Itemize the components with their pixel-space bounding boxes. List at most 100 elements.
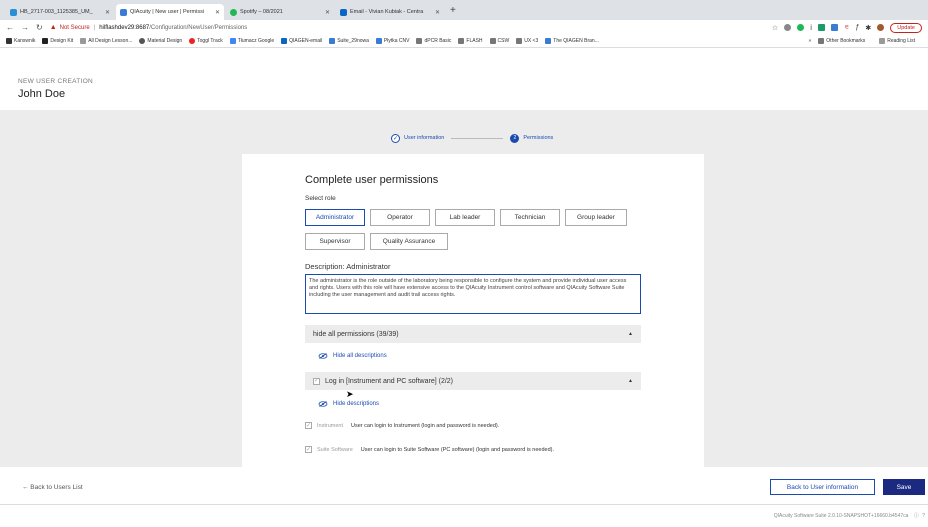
permission-description: User can login to Instrument (login and … bbox=[350, 422, 500, 429]
back-to-user-information-button[interactable]: Back to User information bbox=[770, 479, 875, 495]
version-text: QIAcuity Software Suite 2.0.10-SNAPSHOT+… bbox=[773, 513, 909, 519]
bookmark-folder[interactable]: UX <3 bbox=[516, 38, 538, 44]
extension-icon[interactable]: ⚟ bbox=[844, 24, 849, 31]
role-quality-assurance[interactable]: Quality Assurance bbox=[370, 233, 448, 250]
hide-descriptions-label: Hide descriptions bbox=[333, 401, 380, 407]
url-field[interactable]: ▲ Not Secure | hilflashdev29:8687 /Confi… bbox=[50, 24, 248, 31]
eye-slash-icon bbox=[318, 401, 328, 407]
forward-arrow-icon[interactable]: → bbox=[21, 23, 29, 32]
warning-icon: ▲ bbox=[49, 24, 57, 31]
bookmark-item[interactable]: Płytka CNV bbox=[375, 38, 409, 44]
bookmark-folder[interactable]: FLASH bbox=[458, 38, 483, 44]
page-header: NEW USER CREATION John Doe bbox=[0, 48, 928, 110]
profile-avatar[interactable] bbox=[877, 24, 885, 31]
tab-label: Email - Vivian Kubiak - Centra bbox=[350, 9, 424, 15]
bookmark-item[interactable]: All Design Lesson... bbox=[80, 38, 132, 44]
extension-icon[interactable]: ⅰ bbox=[810, 24, 812, 32]
extension-icon[interactable] bbox=[797, 24, 805, 31]
role-description: The administrator is the role outside of… bbox=[305, 274, 641, 314]
step-connector bbox=[451, 137, 504, 139]
role-technician[interactable]: Technician bbox=[500, 209, 560, 226]
step-user-information[interactable]: User information bbox=[404, 135, 444, 141]
bookmark-item[interactable]: Material Design bbox=[139, 38, 182, 44]
browser-tab[interactable]: Email - Vivian Kubiak - Centra ✕ bbox=[336, 4, 444, 20]
bookmark-folder[interactable]: dPCR Basic bbox=[416, 38, 451, 44]
bookmark-icon bbox=[329, 38, 336, 44]
outlook-favicon-icon bbox=[340, 8, 347, 16]
bookmark-item[interactable]: Suite_29nowa bbox=[329, 38, 369, 44]
tab-favicon-icon bbox=[120, 8, 127, 16]
role-lab-leader[interactable]: Lab leader bbox=[435, 209, 495, 226]
bookmark-item[interactable]: Toggl Track bbox=[189, 38, 223, 44]
step-number-icon: 2 bbox=[510, 133, 520, 143]
browser-tab[interactable]: Spotify – 08/2021 ✕ bbox=[226, 4, 334, 20]
url-host: hilflashdev29:8687 bbox=[99, 24, 150, 31]
mouse-cursor-icon: ➤ bbox=[346, 389, 354, 399]
bookmark-icon bbox=[545, 38, 552, 44]
close-icon[interactable]: ✕ bbox=[435, 9, 440, 16]
bookmark-item[interactable]: Tłumacz Google bbox=[229, 38, 275, 44]
login-permission-group[interactable]: ✓ Log in [Instrument and PC software] (2… bbox=[305, 372, 641, 390]
browser-tab-active[interactable]: QIAcuity | New user | Permissi ✕ bbox=[116, 4, 224, 20]
extension-icon[interactable]: ƒ bbox=[855, 24, 859, 31]
new-tab-button[interactable]: + bbox=[450, 5, 456, 16]
role-supervisor[interactable]: Supervisor bbox=[305, 233, 365, 250]
step-permissions: Permissions bbox=[523, 135, 554, 141]
checkbox-checked[interactable]: ✓ bbox=[305, 422, 312, 429]
back-to-users-link[interactable]: ← Back to Users List bbox=[22, 484, 83, 491]
bookmark-item[interactable]: Design Kit bbox=[42, 38, 73, 44]
puzzle-icon[interactable]: ✱ bbox=[865, 24, 871, 32]
bookmark-label: dPCR Basic bbox=[424, 38, 452, 44]
bookmark-label: Tłumacz Google bbox=[237, 38, 275, 44]
tab-favicon-icon bbox=[10, 8, 17, 16]
folder-icon bbox=[516, 38, 523, 44]
reading-list[interactable]: Reading List bbox=[879, 38, 915, 44]
help-icon[interactable]: ⓘ bbox=[914, 513, 919, 519]
close-icon[interactable]: ✕ bbox=[105, 9, 110, 16]
bookmark-item[interactable]: Kanswnik bbox=[6, 38, 35, 44]
bookmark-item[interactable]: QIAGEN-email bbox=[281, 38, 322, 44]
bookmark-label: All Design Lesson... bbox=[88, 38, 133, 44]
permission-description: User can login to Suite Software (PC sof… bbox=[360, 446, 554, 453]
not-secure-label: Not Secure bbox=[59, 24, 90, 31]
permission-suite-software: ✓ Suite Software User can login to Suite… bbox=[305, 446, 554, 453]
bookmark-icon bbox=[281, 38, 288, 44]
update-button[interactable]: Update bbox=[890, 22, 922, 33]
hide-descriptions-link[interactable]: Hide descriptions bbox=[318, 401, 379, 407]
close-icon[interactable]: ✕ bbox=[325, 9, 330, 16]
question-icon[interactable]: ? bbox=[922, 513, 925, 519]
other-bookmarks[interactable]: Other Bookmarks bbox=[818, 38, 865, 44]
role-group-leader[interactable]: Group leader bbox=[565, 209, 627, 226]
bookmark-label: QIAGEN-email bbox=[289, 38, 323, 44]
reading-list-icon bbox=[879, 38, 886, 44]
browser-tab[interactable]: HB_2717-003_1125385_UM_ ✕ bbox=[6, 4, 114, 20]
spotify-favicon-icon bbox=[230, 8, 237, 16]
role-administrator[interactable]: Administrator bbox=[305, 209, 365, 226]
extension-icon[interactable] bbox=[831, 24, 839, 31]
all-permissions-header[interactable]: hide all permissions (39/39) ▲ bbox=[305, 325, 641, 343]
bookmark-label: FLASH bbox=[466, 38, 483, 44]
bookmark-icon bbox=[6, 38, 12, 44]
close-icon[interactable]: ✕ bbox=[215, 9, 220, 16]
bookmark-icon bbox=[139, 38, 146, 44]
back-arrow-icon[interactable]: ← bbox=[6, 23, 14, 32]
caret-up-icon[interactable]: ▲ bbox=[628, 331, 633, 337]
caret-up-icon[interactable]: ▲ bbox=[628, 378, 633, 384]
checkbox-checked[interactable]: ✓ bbox=[305, 446, 312, 453]
bookmark-label: Design Kit bbox=[50, 38, 74, 44]
checkbox-checked[interactable]: ✓ bbox=[313, 377, 320, 385]
bookmark-folder[interactable]: CSW bbox=[489, 38, 509, 44]
save-button[interactable]: Save bbox=[883, 479, 925, 495]
extension-icon[interactable] bbox=[784, 24, 792, 31]
main-content: ✓ User information 2 Permissions Complet… bbox=[0, 110, 928, 467]
more-bookmarks-button[interactable]: » bbox=[809, 38, 812, 44]
footer-bar: ← Back to Users List Back to User inform… bbox=[0, 467, 928, 505]
hide-all-descriptions-link[interactable]: Hide all descriptions bbox=[318, 353, 387, 359]
role-operator[interactable]: Operator bbox=[370, 209, 430, 226]
reload-icon[interactable]: ↻ bbox=[36, 23, 43, 32]
bookmark-item[interactable]: The QIAGEN Bran... bbox=[545, 38, 599, 44]
bookmark-icon bbox=[229, 38, 236, 44]
star-icon[interactable]: ☆ bbox=[772, 24, 778, 32]
permissions-card: Complete user permissions Select role Ad… bbox=[242, 154, 704, 467]
extension-icon[interactable] bbox=[818, 24, 826, 31]
